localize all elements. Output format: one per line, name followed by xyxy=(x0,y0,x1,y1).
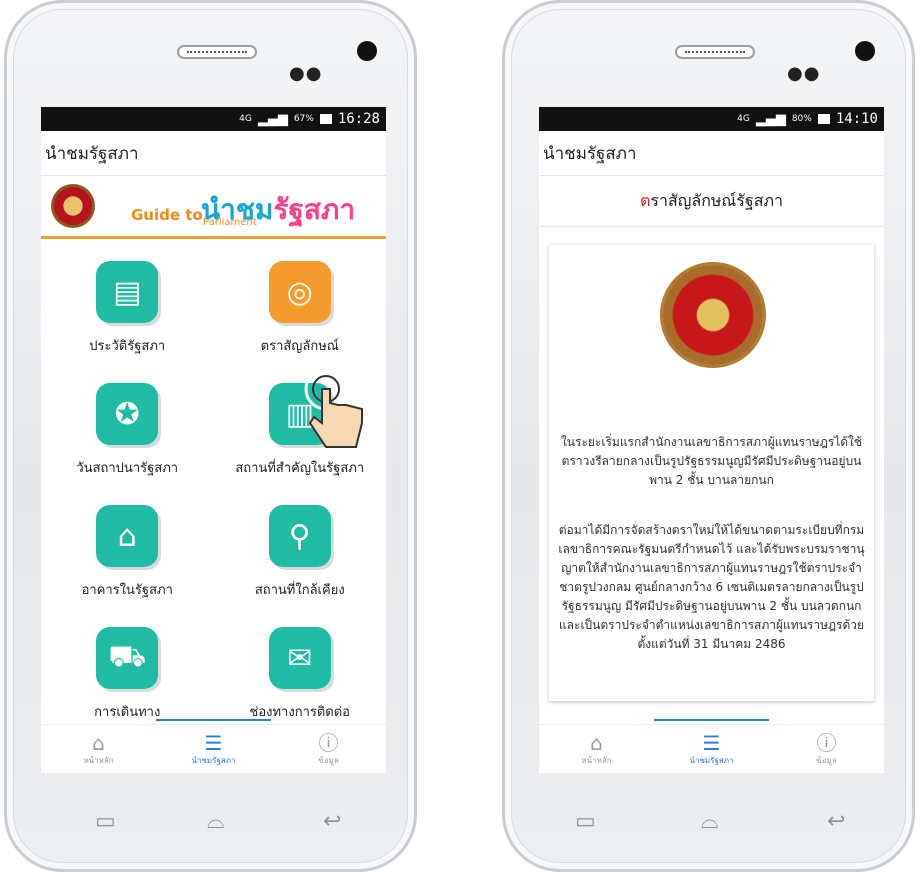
emblem-card: ในระยะเริ่มแรกสำนักงานเลขาธิการสภาผู้แทน… xyxy=(549,245,874,701)
page-title: ตราสัญลักษณ์รัฐสภา xyxy=(539,176,884,227)
front-camera xyxy=(855,41,875,61)
clock: 14:10 xyxy=(835,111,878,127)
screen-right: 4G ▂▄▆ 80% 14:10 นำชมรัฐสภา ตราสัญลักษณ์… xyxy=(539,107,884,773)
status-bar: 4G ▂▄▆ 67% 16:28 xyxy=(41,107,386,131)
nav-home[interactable]: ⌂ หน้าหลัก xyxy=(41,725,156,773)
nav-label: ข้อมูล xyxy=(816,755,837,765)
bottom-navigation: ⌂ หน้าหลัก ☰ นำชมรัฐสภา ⓘ ข้อมูล xyxy=(41,719,386,773)
sensor-dots: ●● xyxy=(289,63,323,84)
award-icon: ✪ xyxy=(96,383,159,445)
title-first-letter: ต xyxy=(640,190,651,210)
front-camera xyxy=(357,41,377,61)
battery-percent: 67% xyxy=(293,114,314,124)
menu-grid: ▤ ประวัติรัฐสภา ◎ ตราสัญลักษณ์ ✪ วันสถาป… xyxy=(41,239,386,749)
nav-tour[interactable]: ☰ นำชมรัฐสภา xyxy=(654,719,769,773)
parliament-building-icon: ⌂ xyxy=(96,505,159,567)
signal-icon: ▂▄▆ xyxy=(755,111,786,127)
car-icon: ⛟ xyxy=(96,627,159,689)
description-paragraph-1: ในระยะเริ่มแรกสำนักงานเลขาธิการสภาผู้แทน… xyxy=(560,435,863,487)
tap-hand-icon xyxy=(304,367,363,448)
mail-icon: ✉ xyxy=(268,627,331,689)
nav-info[interactable]: ⓘ ข้อมูล xyxy=(271,725,386,773)
speaker-grille xyxy=(675,45,755,59)
menu-label: วันสถาปนารัฐสภา xyxy=(76,461,179,476)
nav-label: ข้อมูล xyxy=(318,755,339,765)
menu-item-nearby[interactable]: ⚲ สถานที่ใกล้เคียง xyxy=(214,505,387,627)
home-key-icon[interactable]: ⌓ xyxy=(701,809,718,834)
menu-item-history[interactable]: ▤ ประวัติรัฐสภา xyxy=(41,261,214,383)
nav-tour[interactable]: ☰ นำชมรัฐสภา xyxy=(156,719,271,773)
list-icon: ☰ xyxy=(204,730,223,755)
brand-part-a: นำชม xyxy=(201,193,274,226)
menu-label: การเดินทาง xyxy=(94,705,161,720)
description-paragraph-2: ต่อมาได้มีการจัดสร้างตราใหม่ให้ได้ขนาดตา… xyxy=(558,523,865,651)
battery-icon xyxy=(817,114,830,124)
back-key-icon[interactable]: ↩ xyxy=(827,809,845,834)
battery-percent: 80% xyxy=(791,114,812,124)
parliament-seal-icon xyxy=(663,265,763,365)
document-icon: ▤ xyxy=(96,261,159,323)
app-title: นำชมรัฐสภา xyxy=(41,131,386,176)
speaker-grille xyxy=(177,45,257,59)
back-key-icon[interactable]: ↩ xyxy=(323,809,341,834)
app-banner: Guide to Parliament นำชมรัฐสภา xyxy=(41,176,386,239)
nav-label: หน้าหลัก xyxy=(83,755,114,765)
menu-item-founding-day[interactable]: ✪ วันสถาปนารัฐสภา xyxy=(41,383,214,505)
menu-label: ตราสัญลักษณ์ xyxy=(260,339,339,354)
menu-key-icon[interactable]: ▭ xyxy=(575,809,596,834)
info-icon: ⓘ xyxy=(318,730,339,755)
parliament-seal-icon xyxy=(51,184,95,228)
home-icon: ⌂ xyxy=(92,730,105,755)
nav-label: หน้าหลัก xyxy=(581,755,612,765)
signal-icon: ▂▄▆ xyxy=(257,111,288,127)
home-icon: ⌂ xyxy=(590,730,603,755)
sensor-dots: ●● xyxy=(787,63,821,84)
seal-icon: ◎ xyxy=(268,261,331,323)
list-icon: ☰ xyxy=(702,730,721,755)
app-title: นำชมรัฐสภา xyxy=(539,131,884,176)
phone-left: ●● 4G ▂▄▆ 67% 16:28 นำชมรัฐสภา Guide to … xyxy=(4,0,417,872)
battery-icon xyxy=(319,114,332,124)
network-indicator: 4G xyxy=(737,114,750,124)
banner-guide-text: Guide to xyxy=(131,206,203,224)
screen-left: 4G ▂▄▆ 67% 16:28 นำชมรัฐสภา Guide to Par… xyxy=(41,107,386,773)
brand-part-b: รัฐสภา xyxy=(273,193,356,226)
nav-label: นำชมรัฐสภา xyxy=(689,755,734,765)
info-icon: ⓘ xyxy=(816,730,837,755)
phone-right: ●● 4G ▂▄▆ 80% 14:10 นำชมรัฐสภา ตราสัญลัก… xyxy=(502,0,915,872)
menu-label: อาคารในรัฐสภา xyxy=(81,583,173,598)
network-indicator: 4G xyxy=(239,114,252,124)
bottom-navigation: ⌂ หน้าหลัก ☰ นำชมรัฐสภา ⓘ ข้อมูล xyxy=(539,719,884,773)
menu-label: ประวัติรัฐสภา xyxy=(89,339,166,354)
map-icon: ⚲ xyxy=(268,505,331,567)
banner-brand: นำชมรัฐสภา xyxy=(201,188,355,232)
nav-label: นำชมรัฐสภา xyxy=(191,755,236,765)
nav-info[interactable]: ⓘ ข้อมูล xyxy=(769,725,884,773)
menu-label: สถานที่สำคัญในรัฐสภา xyxy=(235,461,365,476)
title-rest: ราสัญลักษณ์รัฐสภา xyxy=(650,190,783,210)
home-key-icon[interactable]: ⌓ xyxy=(207,809,224,834)
menu-item-buildings[interactable]: ⌂ อาคารในรัฐสภา xyxy=(41,505,214,627)
clock: 16:28 xyxy=(337,111,380,127)
menu-label: สถานที่ใกล้เคียง xyxy=(254,583,345,598)
nav-home[interactable]: ⌂ หน้าหลัก xyxy=(539,725,654,773)
status-bar: 4G ▂▄▆ 80% 14:10 xyxy=(539,107,884,131)
menu-key-icon[interactable]: ▭ xyxy=(95,809,116,834)
